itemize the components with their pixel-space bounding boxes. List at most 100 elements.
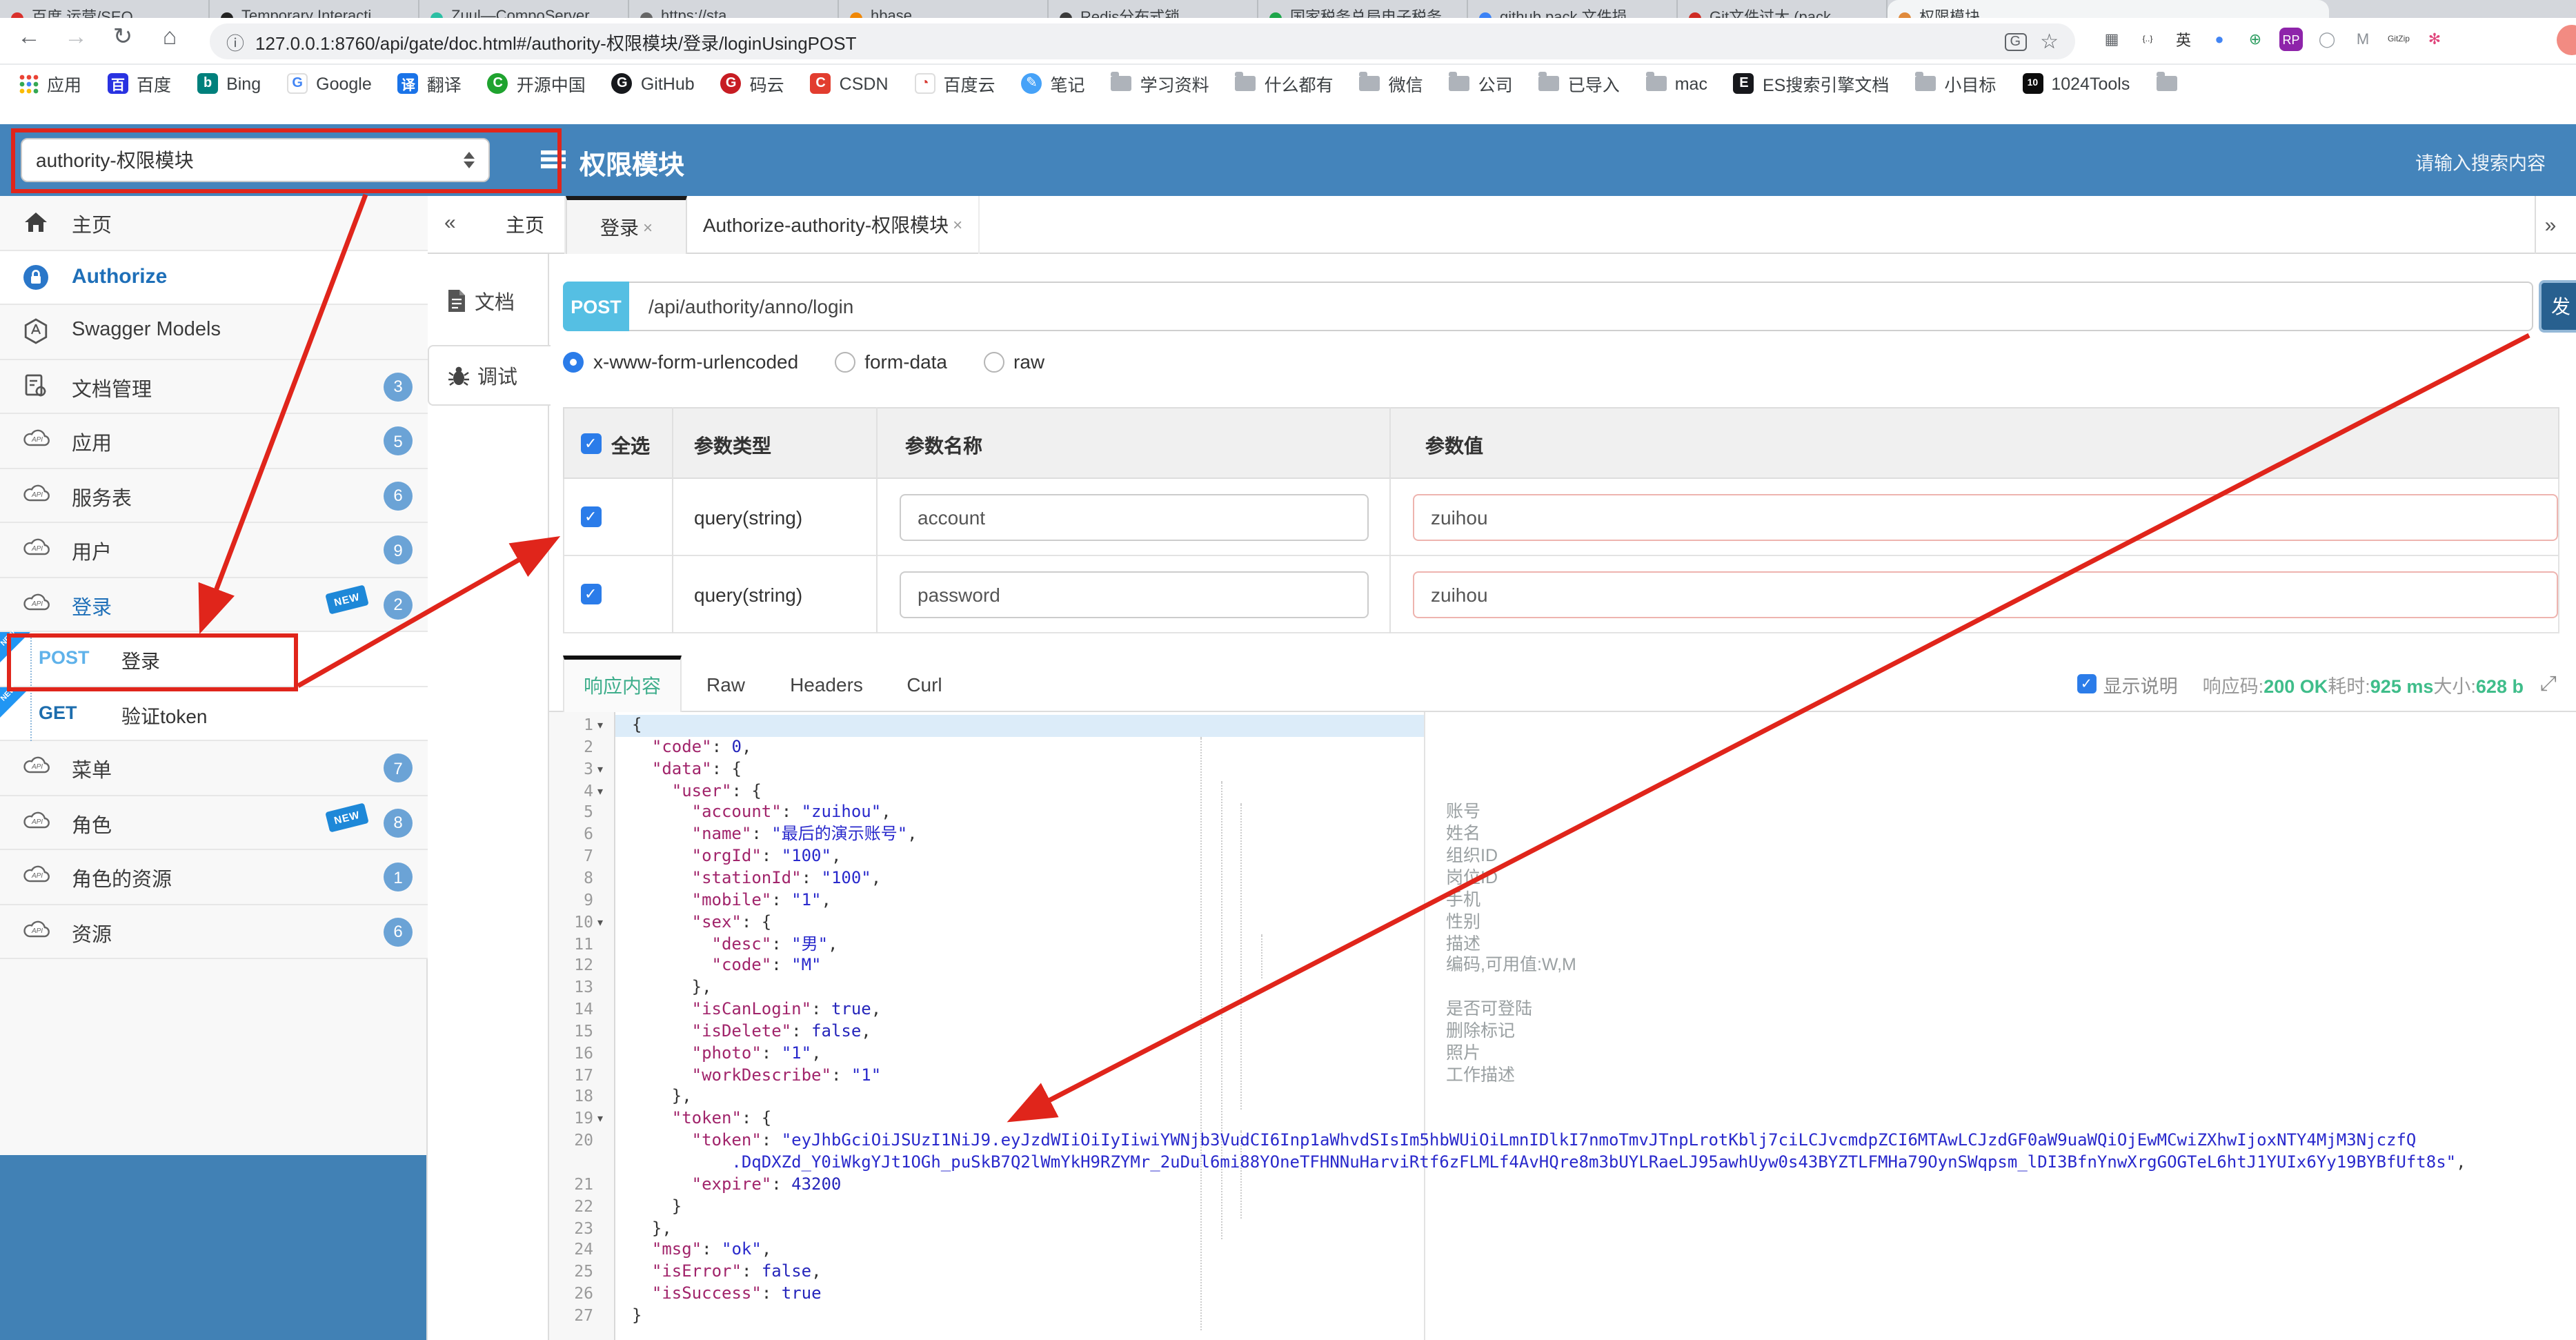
- bookmark-item[interactable]: 10 1024Tools: [2022, 73, 2130, 94]
- back-icon[interactable]: ←: [11, 23, 47, 51]
- close-icon[interactable]: ×: [643, 217, 653, 237]
- content-tab[interactable]: 登录 ×: [566, 196, 687, 254]
- header-search-input[interactable]: 请输入搜索内容: [2415, 148, 2546, 175]
- fold-arrow-icon[interactable]: ▾: [597, 912, 603, 934]
- extension-icon-6[interactable]: ◯: [2315, 28, 2339, 51]
- sidebar-item-资源[interactable]: API 资源 6: [0, 905, 428, 959]
- extension-icon-4[interactable]: ⊕: [2243, 28, 2267, 51]
- response-tab[interactable]: 响应内容: [563, 656, 682, 712]
- subnav-debug[interactable]: 调试: [428, 345, 551, 406]
- extension-icon-2[interactable]: 英: [2172, 28, 2195, 51]
- bookmark-item[interactable]: G Google: [287, 73, 372, 94]
- bookmark-item[interactable]: 微信: [1359, 70, 1423, 97]
- profile-avatar[interactable]: [2557, 25, 2576, 55]
- content-tab[interactable]: 主页: [486, 196, 566, 254]
- response-tab[interactable]: Curl: [883, 656, 966, 712]
- fold-arrow-icon[interactable]: ▾: [597, 758, 603, 780]
- forward-icon[interactable]: →: [58, 23, 94, 51]
- extension-icon-7[interactable]: M: [2351, 28, 2375, 51]
- collapse-left-icon[interactable]: «: [444, 211, 456, 235]
- extension-icon-9[interactable]: ✻: [2423, 28, 2446, 51]
- browser-tab[interactable]: Temporary Interacti…: [210, 0, 419, 18]
- select-all-checkbox[interactable]: [581, 433, 602, 454]
- bookmark-item[interactable]: C CSDN: [810, 73, 889, 94]
- extension-icon-5[interactable]: RP: [2279, 28, 2303, 51]
- browser-tab[interactable]: https://sta…: [629, 0, 839, 18]
- subnav-doc[interactable]: 文档: [428, 270, 549, 331]
- sidebar-item-角色的资源[interactable]: API 角色的资源 1: [0, 850, 428, 905]
- response-tab[interactable]: Headers: [770, 656, 883, 712]
- browser-tab[interactable]: github pack 文件损…: [1468, 0, 1678, 18]
- row-checkbox[interactable]: [581, 584, 602, 604]
- bookmark-item[interactable]: 已导入: [1538, 70, 1620, 97]
- bookmark-item[interactable]: 公司: [1449, 70, 1513, 97]
- browser-tab[interactable]: Zuul—CompoServer…: [419, 0, 629, 18]
- extension-icon-1[interactable]: {..}: [2136, 28, 2159, 51]
- page-info-icon[interactable]: ⓘ: [226, 28, 244, 55]
- sidebar-item-文档管理[interactable]: 文档管理 3: [0, 359, 428, 414]
- fold-arrow-icon[interactable]: ▾: [597, 1109, 603, 1131]
- sidebar-api-item[interactable]: NEW GET 验证token: [0, 684, 428, 741]
- home-icon[interactable]: ⌂: [152, 23, 188, 51]
- sidebar-item-Authorize[interactable]: Authorize: [0, 250, 428, 305]
- browser-tab[interactable]: Git文件过大 (pack…: [1678, 0, 1888, 18]
- bookmark-item[interactable]: G GitHub: [611, 73, 695, 94]
- sidebar-item-角色[interactable]: API 角色 NEW 8: [0, 796, 428, 850]
- request-path-input[interactable]: /api/authority/anno/login: [629, 282, 2533, 331]
- extension-icon-0[interactable]: ▦: [2100, 28, 2123, 51]
- radio-icon[interactable]: [563, 351, 584, 372]
- close-icon[interactable]: ×: [953, 215, 962, 235]
- bookmark-item[interactable]: ◔ 百度云: [914, 70, 995, 97]
- fold-arrow-icon[interactable]: ▾: [597, 780, 603, 802]
- sidebar-item-登录[interactable]: API 登录 NEW 2: [0, 578, 428, 632]
- browser-tab-active[interactable]: 权限模块: [1888, 0, 2329, 18]
- param-name-input[interactable]: password: [900, 571, 1369, 618]
- bookmark-item[interactable]: 什么都有: [1235, 70, 1334, 97]
- bookmark-item[interactable]: [2156, 72, 2177, 91]
- param-value-input[interactable]: zuihou: [1413, 494, 2558, 541]
- row-checkbox[interactable]: [581, 506, 602, 527]
- content-tab[interactable]: Authorize-authority-权限模块 ×: [687, 196, 980, 254]
- bookmark-item[interactable]: mac: [1645, 72, 1707, 93]
- param-name-input[interactable]: account: [900, 494, 1369, 541]
- content-type-radio[interactable]: form-data: [834, 351, 947, 373]
- radio-icon[interactable]: [834, 351, 855, 372]
- sidebar-item-应用[interactable]: API 应用 5: [0, 414, 428, 469]
- browser-tab[interactable]: 国家税务总局电子税务…: [1258, 0, 1468, 18]
- sidebar-item-主页[interactable]: 主页: [0, 196, 428, 250]
- bookmark-star-icon[interactable]: ☆: [2040, 29, 2059, 54]
- reload-icon[interactable]: ↻: [105, 23, 141, 51]
- browser-tab[interactable]: Redis分布式锁…: [1049, 0, 1258, 18]
- bookmark-item[interactable]: 百百度: [108, 70, 171, 97]
- fold-arrow-icon[interactable]: ▾: [597, 715, 603, 737]
- bookmark-item[interactable]: 译翻译: [397, 70, 462, 97]
- url-text[interactable]: 127.0.0.1:8760/api/gate/doc.html#/author…: [255, 28, 1991, 55]
- extension-icon-8[interactable]: GitZip: [2387, 28, 2410, 51]
- show-desc-checkbox[interactable]: [2077, 674, 2097, 693]
- radio-icon[interactable]: [983, 351, 1004, 372]
- param-value-input[interactable]: zuihou: [1413, 571, 2558, 618]
- response-tab[interactable]: Raw: [682, 656, 770, 712]
- sidebar-item-服务表[interactable]: API 服务表 6: [0, 469, 428, 523]
- bookmark-item[interactable]: C 开源中国: [487, 70, 586, 97]
- content-type-radio[interactable]: x-www-form-urlencoded: [563, 351, 798, 373]
- sidebar-item-用户[interactable]: API 用户 9: [0, 523, 428, 578]
- sidebar-item-Swagger Models[interactable]: Swagger Models: [0, 305, 428, 359]
- url-bar[interactable]: ⓘ 127.0.0.1:8760/api/gate/doc.html#/auth…: [210, 23, 2075, 59]
- send-button[interactable]: 发: [2539, 280, 2576, 333]
- browser-tab[interactable]: hbase: [839, 0, 1049, 18]
- browser-tab[interactable]: 百度 运营/SEO…: [0, 0, 210, 18]
- bookmark-item[interactable]: 应用: [19, 70, 81, 97]
- extension-icon-3[interactable]: ●: [2208, 28, 2231, 51]
- bookmark-item[interactable]: E ES搜索引擎文档: [1733, 70, 1889, 97]
- collapse-right-icon[interactable]: »: [2535, 196, 2565, 254]
- expand-icon[interactable]: ⤢: [2540, 672, 2557, 696]
- translate-icon[interactable]: G: [2004, 32, 2027, 50]
- content-type-radio[interactable]: raw: [983, 351, 1044, 373]
- bookmark-item[interactable]: ✎ 笔记: [1021, 70, 1085, 97]
- bookmark-item[interactable]: b Bing: [197, 73, 261, 94]
- bookmark-item[interactable]: G 码云: [720, 70, 784, 97]
- bookmark-item[interactable]: 小目标: [1915, 70, 1996, 97]
- bookmark-item[interactable]: 学习资料: [1111, 70, 1209, 97]
- sidebar-item-菜单[interactable]: API 菜单 7: [0, 741, 428, 796]
